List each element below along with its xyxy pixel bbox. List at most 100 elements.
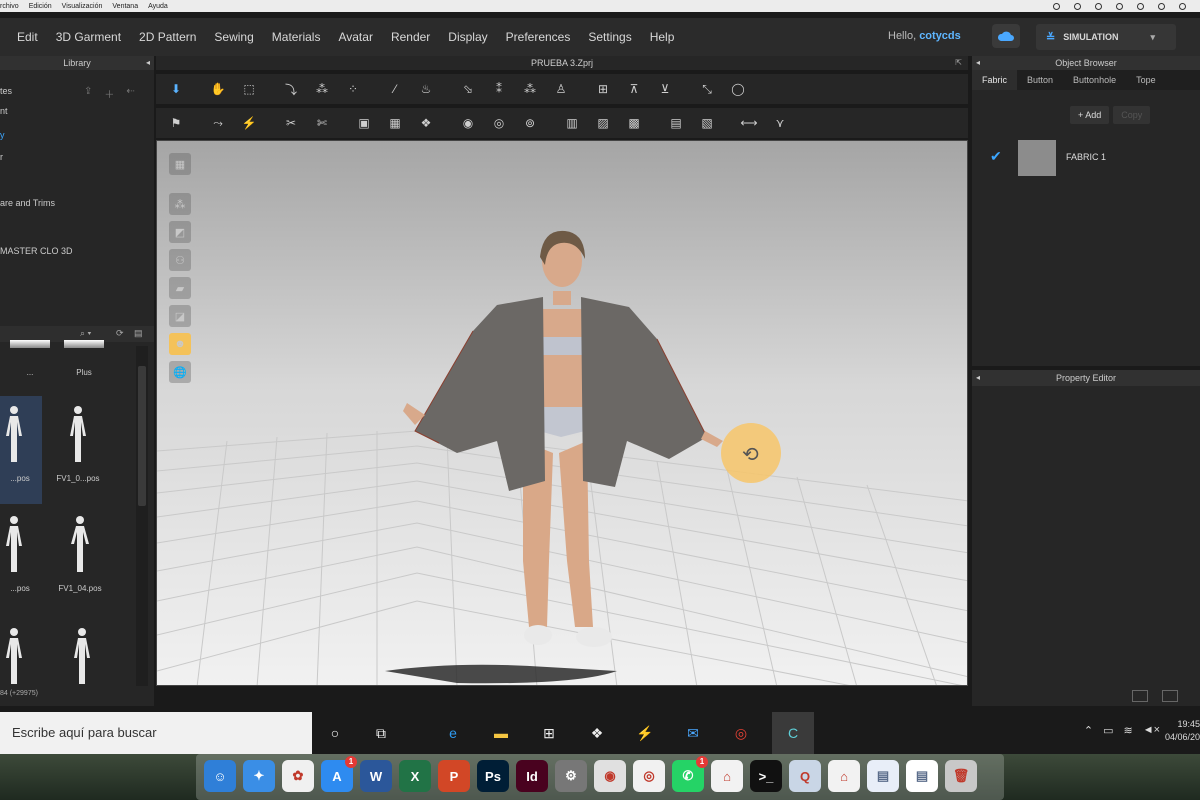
library-item[interactable]: Plus [54, 340, 114, 380]
cut-icon[interactable]: ✂ [280, 112, 302, 134]
menu-settings[interactable]: Settings [579, 30, 640, 44]
photos-dock-icon[interactable]: ✿ [282, 760, 314, 792]
topstitch-icon[interactable]: ⚡ [238, 112, 260, 134]
mac-menu-view[interactable]: Visualización [62, 3, 103, 10]
tree-item[interactable]: are and Trims [0, 198, 55, 208]
chevron-down-icon[interactable]: ▾ [1151, 32, 1156, 43]
puckering-icon[interactable]: ▩ [623, 112, 645, 134]
tree-item[interactable]: nt [0, 106, 8, 116]
finder-dock-icon[interactable]: ☺ [204, 760, 236, 792]
status-icon[interactable] [1158, 2, 1165, 10]
app-store-dock-icon[interactable]: A1 [321, 756, 357, 792]
garment-fit-icon[interactable]: ⁂ [519, 78, 541, 100]
word-dock-icon[interactable]: W [360, 760, 392, 792]
battery-icon[interactable]: ▭ [1103, 724, 1113, 737]
menu-materials[interactable]: Materials [263, 30, 330, 44]
powerpoint-dock-icon[interactable]: P [438, 760, 470, 792]
status-icon[interactable] [1116, 2, 1123, 10]
graphic-icon[interactable]: ▦ [384, 112, 406, 134]
tape-measure-icon[interactable]: ◯ [727, 78, 749, 100]
garment-info-icon[interactable]: ⊞ [592, 78, 614, 100]
tree-item[interactable]: y [0, 130, 5, 140]
taskbar-search-input[interactable]: Escribe aquí para buscar [0, 712, 312, 754]
mac-menu-help[interactable]: Ayuda [148, 3, 168, 10]
library-item[interactable] [0, 618, 42, 688]
tab-button[interactable]: Button [1017, 70, 1063, 90]
scrollbar-thumb[interactable] [138, 366, 146, 506]
safari-dock-icon[interactable]: ✦ [243, 760, 275, 792]
status-icon[interactable] [1074, 2, 1081, 10]
fabric-list-item[interactable]: ✔ FABRIC 1 [972, 138, 1200, 178]
store-icon[interactable]: ⊞ [536, 720, 562, 746]
taskbar-clock[interactable]: 19:45 04/06/20 [1156, 718, 1200, 744]
view-toggle-icon[interactable]: ▤ [134, 328, 143, 339]
username[interactable]: cotycds [919, 30, 961, 42]
menu-render[interactable]: Render [382, 30, 439, 44]
3d-viewport[interactable]: ▦ ⁂ ◩ ⚇ ▰ ◪ ☻ 🌐 ⟲ [156, 140, 968, 686]
file-explorer-icon[interactable]: ▬ [488, 720, 514, 746]
chrome-dock-icon[interactable]: ◎ [633, 760, 665, 792]
arrangement-icon[interactable]: ⬂ [457, 78, 479, 100]
panel-menu-icon[interactable]: ◂ [976, 370, 980, 386]
trash-dock-icon[interactable]: 🗑 [945, 760, 977, 792]
simulation-button[interactable]: ≚ SIMULATION ▾ [1036, 24, 1176, 50]
cortana-icon[interactable]: ○ [322, 720, 348, 746]
button-icon[interactable]: ◉ [457, 112, 479, 134]
clo3d-icon[interactable]: C [772, 712, 814, 754]
upload-icon[interactable]: ⇪ [84, 86, 92, 101]
menu-display[interactable]: Display [439, 30, 496, 44]
shirring-icon[interactable]: ▤ [665, 112, 687, 134]
refresh-icon[interactable]: ⟳ [116, 328, 124, 339]
terminal-dock-icon[interactable]: >_ [750, 760, 782, 792]
pleat-icon[interactable]: ⋎ [769, 112, 791, 134]
library-item[interactable]: FV1_0...pos [48, 396, 108, 492]
pin-icon[interactable]: ⁂ [311, 78, 333, 100]
menu-2d-pattern[interactable]: 2D Pattern [130, 30, 205, 44]
seamline-icon[interactable]: ⤳ [207, 112, 229, 134]
pdf-dock-icon[interactable]: ⌂ [828, 760, 860, 792]
indesign-dock-icon[interactable]: Id [516, 760, 548, 792]
menu-edit[interactable]: Edit [8, 30, 47, 44]
network-icon[interactable]: ≋ [1123, 724, 1132, 737]
maximize-icon[interactable]: ⇱ [955, 56, 962, 70]
edit-line-icon[interactable]: ⁄ [384, 78, 406, 100]
task-view-icon[interactable]: ⧉ [368, 720, 394, 746]
library-item[interactable]: ...pos [0, 396, 42, 504]
texture-icon[interactable]: ▣ [353, 112, 375, 134]
menu-sewing[interactable]: Sewing [205, 30, 262, 44]
tab-topstitch[interactable]: Tope [1126, 70, 1166, 90]
copy-fabric-button[interactable]: Copy [1113, 106, 1151, 124]
screen-capture-dock-icon[interactable]: ◉ [594, 760, 626, 792]
menu-avatar[interactable]: Avatar [329, 30, 381, 44]
add-fabric-button[interactable]: + Add [1070, 106, 1110, 124]
elastic-icon[interactable]: ⟷ [738, 112, 760, 134]
tape-strip-icon[interactable]: ▧ [696, 112, 718, 134]
steam-icon[interactable]: ♨ [415, 78, 437, 100]
add-icon[interactable]: ＋ [104, 86, 114, 101]
layout-icon[interactable] [1132, 690, 1148, 702]
library-item[interactable]: FV1_04.pos [50, 506, 110, 602]
tree-item[interactable]: tes [0, 86, 12, 96]
scissors-icon[interactable]: ✄ [311, 112, 333, 134]
shirt-icon[interactable]: ⁑ [488, 78, 510, 100]
quicktime-dock-icon[interactable]: Q [789, 760, 821, 792]
hanger-icon[interactable]: ⊼ [623, 78, 645, 100]
whatsapp-dock-icon[interactable]: ✆ 1 [672, 756, 708, 792]
status-icon[interactable] [1053, 2, 1060, 10]
system-preferences-dock-icon[interactable]: ⚙ [555, 760, 587, 792]
pose-icon[interactable]: ⚑ [165, 112, 187, 134]
chrome-icon[interactable]: ◎ [728, 720, 754, 746]
fold-icon[interactable]: ▥ [561, 112, 583, 134]
trim-icon[interactable]: ❖ [415, 112, 437, 134]
panel-menu-icon[interactable]: ◂ [146, 56, 150, 70]
zipper-icon[interactable]: ⊚ [519, 112, 541, 134]
search-icon[interactable]: ⌕ ▾ [80, 328, 91, 339]
document-dock-icon[interactable]: ▤ [867, 760, 899, 792]
fold-arrange-icon[interactable]: ⤵ [280, 78, 302, 100]
tab-fabric[interactable]: Fabric [972, 70, 1018, 90]
edge-icon[interactable]: e [440, 720, 466, 746]
transform-icon[interactable]: ✋ [207, 78, 229, 100]
menu-help[interactable]: Help [641, 30, 684, 44]
fabric-swatch[interactable] [1018, 140, 1056, 176]
box-select-icon[interactable]: ⬚ [238, 78, 260, 100]
